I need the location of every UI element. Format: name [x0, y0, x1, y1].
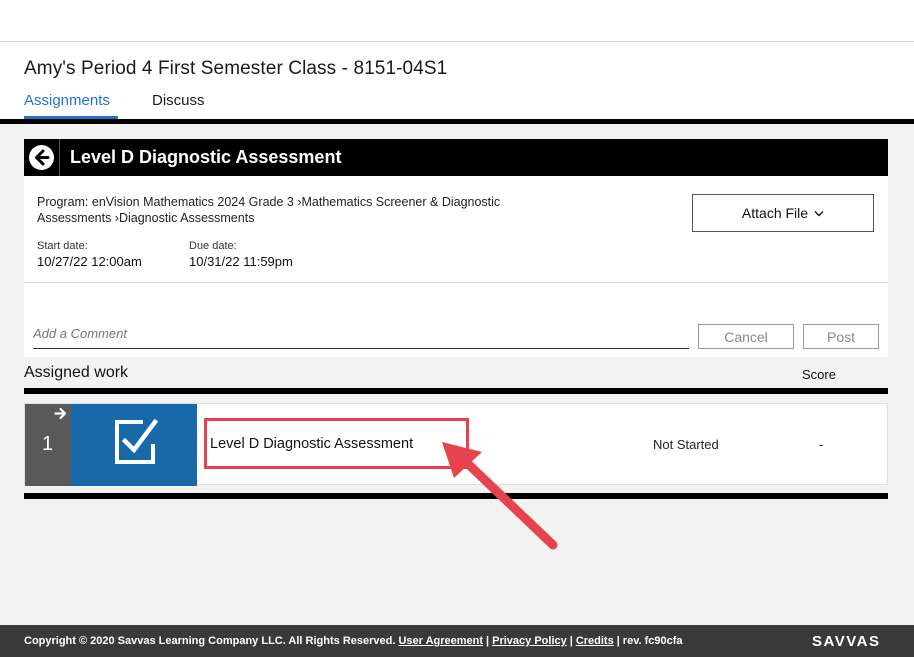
arrow-left-icon — [35, 149, 50, 166]
start-date-label: Start date: — [37, 240, 88, 252]
item-number-tile: 1 — [25, 404, 71, 486]
back-button[interactable] — [29, 145, 54, 170]
score-heading: Score — [802, 367, 836, 382]
checkbox-checked-icon — [115, 418, 159, 464]
chevron-down-icon — [814, 210, 824, 216]
attach-file-label: Attach File — [741, 205, 809, 221]
revision-text: rev. fc90cfa — [622, 635, 683, 647]
credits-link[interactable]: Credits — [576, 635, 614, 647]
arrow-right-icon — [54, 407, 67, 420]
assessment-tile[interactable] — [71, 404, 197, 486]
class-header: Amy's Period 4 First Semester Class - 81… — [0, 42, 914, 120]
start-date-value: 10/27/22 12:00am — [37, 254, 142, 269]
program-breadcrumb: Program: enVision Mathematics 2024 Grade… — [37, 195, 501, 225]
footer: Copyright © 2020 Savvas Learning Company… — [0, 625, 914, 657]
due-date-value: 10/31/22 11:59pm — [189, 254, 293, 269]
tab-assignments[interactable]: Assignments — [24, 92, 118, 119]
work-item-score: - — [819, 437, 824, 452]
bar-divider — [59, 139, 60, 176]
item-number: 1 — [42, 433, 54, 455]
comment-input[interactable] — [33, 319, 689, 349]
assigned-work-heading: Assigned work — [24, 364, 129, 381]
post-button[interactable]: Post — [803, 324, 879, 349]
assignment-details: Program: enVision Mathematics 2024 Grade… — [24, 176, 888, 283]
annotation-highlight-box — [204, 418, 469, 469]
due-date-label: Due date: — [189, 240, 237, 252]
top-bar — [0, 0, 914, 42]
privacy-policy-link[interactable]: Privacy Policy — [492, 635, 567, 647]
copyright-text: Copyright © 2020 Savvas Learning Company… — [24, 635, 396, 647]
assignment-title-bar: Level D Diagnostic Assessment — [24, 139, 888, 176]
work-item-status: Not Started — [653, 437, 719, 452]
class-title: Amy's Period 4 First Semester Class - 81… — [24, 58, 448, 79]
start-date: Start date: 10/27/22 12:00am — [37, 240, 142, 269]
comment-area: Cancel Post — [24, 283, 888, 357]
due-date: Due date: 10/31/22 11:59pm — [189, 240, 293, 269]
assignment-title: Level D Diagnostic Assessment — [70, 147, 342, 167]
savvas-logo: SAVVAS — [812, 633, 881, 650]
attach-file-button[interactable]: Attach File — [692, 194, 874, 232]
work-divider — [24, 388, 888, 394]
cancel-button[interactable]: Cancel — [698, 324, 794, 349]
annotation-arrow-icon — [442, 442, 558, 550]
header-divider — [0, 119, 914, 124]
tab-discuss[interactable]: Discuss — [152, 92, 205, 116]
footer-text: Copyright © 2020 Savvas Learning Company… — [24, 635, 683, 647]
user-agreement-link[interactable]: User Agreement — [398, 635, 483, 647]
